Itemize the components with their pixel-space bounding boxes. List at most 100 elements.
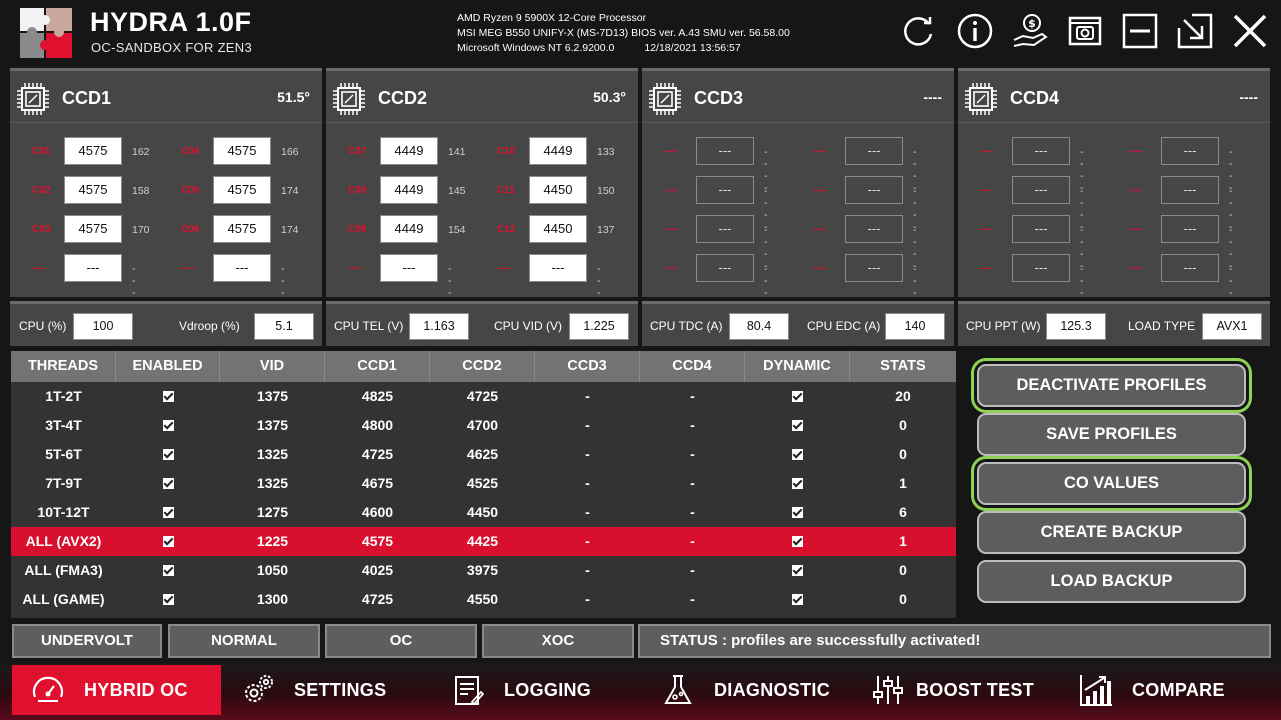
- load-type-field[interactable]: AVX1: [1202, 313, 1262, 340]
- enabled-checkbox[interactable]: [162, 507, 174, 518]
- datetime: 12/18/2021 13:56:57: [644, 42, 741, 54]
- donate-icon[interactable]: $: [1011, 12, 1049, 50]
- core-frequency-field[interactable]: ---: [1012, 137, 1070, 165]
- table-row[interactable]: 5T-6T 1325 4725 4625 - - 0: [11, 440, 956, 469]
- save-profiles-button[interactable]: SAVE PROFILES: [977, 413, 1246, 456]
- cpu-tel-field[interactable]: 1.163: [409, 313, 469, 340]
- core-frequency-field[interactable]: ---: [1012, 215, 1070, 243]
- nav-diagnostic[interactable]: DIAGNOSTIC: [660, 665, 830, 715]
- core-frequency-field[interactable]: 4575: [64, 215, 122, 243]
- core-label: ----: [1129, 224, 1143, 235]
- core-frequency-field[interactable]: 4449: [380, 215, 438, 243]
- vid-cell: 1275: [256, 504, 289, 520]
- col-ccd2: CCD2: [430, 351, 535, 382]
- table-row[interactable]: ALL (AVX2) 1225 4575 4425 - - 1: [11, 527, 956, 556]
- dynamic-checkbox[interactable]: [792, 420, 803, 431]
- co-values-button[interactable]: CO VALUES: [977, 462, 1246, 505]
- enabled-checkbox[interactable]: [162, 420, 174, 431]
- screenshot-icon[interactable]: [1066, 12, 1104, 50]
- core-frequency-field[interactable]: ---: [1012, 254, 1070, 282]
- core-frequency-field[interactable]: ---: [1161, 137, 1219, 165]
- core-frequency-field[interactable]: ---: [1161, 176, 1219, 204]
- core-label: ----: [813, 146, 827, 157]
- dynamic-checkbox[interactable]: [792, 507, 803, 518]
- cpu-edc-field[interactable]: 140: [885, 313, 945, 340]
- dynamic-checkbox[interactable]: [792, 565, 803, 576]
- dynamic-checkbox[interactable]: [792, 594, 803, 605]
- threads-cell: 1T-2T: [45, 388, 82, 404]
- core-frequency-field[interactable]: ---: [696, 215, 754, 243]
- core-frequency-field[interactable]: ---: [1012, 176, 1070, 204]
- core-frequency-field[interactable]: ---: [1161, 215, 1219, 243]
- oc-button[interactable]: OC: [325, 624, 477, 658]
- core-frequency-field[interactable]: ---: [1161, 254, 1219, 282]
- core-frequency-field[interactable]: 4575: [213, 215, 271, 243]
- ccd4-panel: CCD4 ---- ---- --- ---- ---- --- ---- ---- --- ---…: [958, 68, 1270, 311]
- table-row[interactable]: 10T-12T 1275 4600 4450 - - 6: [11, 498, 956, 527]
- load-backup-button[interactable]: LOAD BACKUP: [977, 560, 1246, 603]
- ccd3-cell: -: [585, 591, 590, 607]
- enabled-checkbox[interactable]: [162, 565, 174, 576]
- enabled-checkbox[interactable]: [162, 391, 174, 402]
- table-row[interactable]: ALL (FMA3) 1050 4025 3975 - - 0: [11, 556, 956, 585]
- close-icon[interactable]: [1231, 12, 1269, 50]
- core-frequency-field[interactable]: ---: [845, 254, 903, 282]
- xoc-button[interactable]: XOC: [482, 624, 634, 658]
- resize-icon[interactable]: [1176, 12, 1214, 50]
- core-frequency-field[interactable]: ---: [845, 176, 903, 204]
- core-frequency-field[interactable]: 4575: [64, 137, 122, 165]
- core-frequency-field[interactable]: 4575: [213, 176, 271, 204]
- core-frequency-field[interactable]: ---: [845, 215, 903, 243]
- normal-button[interactable]: NORMAL: [168, 624, 320, 658]
- dynamic-checkbox[interactable]: [792, 391, 803, 402]
- deactivate-profiles-button[interactable]: DEACTIVATE PROFILES: [977, 364, 1246, 407]
- core-frequency-field[interactable]: 4449: [380, 137, 438, 165]
- core-frequency-field[interactable]: ---: [845, 137, 903, 165]
- cpu-ppt-field[interactable]: 125.3: [1046, 313, 1106, 340]
- core-frequency-field[interactable]: ---: [380, 254, 438, 282]
- core-frequency-field[interactable]: ---: [529, 254, 587, 282]
- core-frequency-field[interactable]: ---: [696, 176, 754, 204]
- table-header: THREADS ENABLED VID CCD1 CCD2 CCD3 CCD4 …: [11, 351, 956, 382]
- cpu-ppt-label: CPU PPT (W): [966, 319, 1041, 333]
- enabled-checkbox[interactable]: [162, 536, 174, 547]
- cpu-load-field[interactable]: 100: [73, 313, 133, 340]
- table-row[interactable]: 1T-2T 1375 4825 4725 - - 20: [11, 382, 956, 411]
- info-icon[interactable]: [956, 12, 994, 50]
- core-frequency-field[interactable]: 4575: [213, 137, 271, 165]
- core-frequency-field[interactable]: 4575: [64, 176, 122, 204]
- enabled-checkbox[interactable]: [162, 449, 174, 460]
- core-frequency-field[interactable]: 4450: [529, 176, 587, 204]
- create-backup-button[interactable]: CREATE BACKUP: [977, 511, 1246, 554]
- core-frequency-field[interactable]: ---: [64, 254, 122, 282]
- table-row[interactable]: 7T-9T 1325 4675 4525 - - 1: [11, 469, 956, 498]
- dynamic-checkbox[interactable]: [792, 536, 803, 547]
- nav-hybrid-oc[interactable]: HYBRID OC: [12, 665, 221, 715]
- core-frequency-field[interactable]: 4450: [529, 215, 587, 243]
- core-frequency-field[interactable]: ---: [696, 254, 754, 282]
- core-frequency-field[interactable]: ---: [696, 137, 754, 165]
- undervolt-button[interactable]: UNDERVOLT: [12, 624, 162, 658]
- dynamic-checkbox[interactable]: [792, 478, 803, 489]
- enabled-checkbox[interactable]: [162, 594, 174, 605]
- core-label: ----: [181, 263, 195, 274]
- table-row[interactable]: 3T-4T 1375 4800 4700 - - 0: [11, 411, 956, 440]
- nav-compare[interactable]: COMPARE: [1078, 665, 1225, 715]
- cpu-tdc-field[interactable]: 80.4: [729, 313, 789, 340]
- cpu-vid-field[interactable]: 1.225: [569, 313, 629, 340]
- nav-boost-test[interactable]: BOOST TEST: [870, 665, 1034, 715]
- ccd4-cell: -: [690, 446, 695, 462]
- nav-logging[interactable]: LOGGING: [450, 665, 591, 715]
- core-frequency-field[interactable]: 4449: [529, 137, 587, 165]
- minimize-icon[interactable]: [1121, 12, 1159, 50]
- table-row[interactable]: ALL (GAME) 1300 4725 4550 - - 0: [11, 585, 956, 614]
- nav-settings[interactable]: SETTINGS: [240, 665, 386, 715]
- core-frequency-field[interactable]: 4449: [380, 176, 438, 204]
- core-frequency-field[interactable]: ---: [213, 254, 271, 282]
- refresh-icon[interactable]: [900, 12, 938, 50]
- enabled-cell: [116, 527, 220, 556]
- vdroop-field[interactable]: 5.1: [254, 313, 314, 340]
- dynamic-checkbox[interactable]: [792, 449, 803, 460]
- enabled-checkbox[interactable]: [162, 478, 174, 489]
- ccd4-cell: -: [690, 533, 695, 549]
